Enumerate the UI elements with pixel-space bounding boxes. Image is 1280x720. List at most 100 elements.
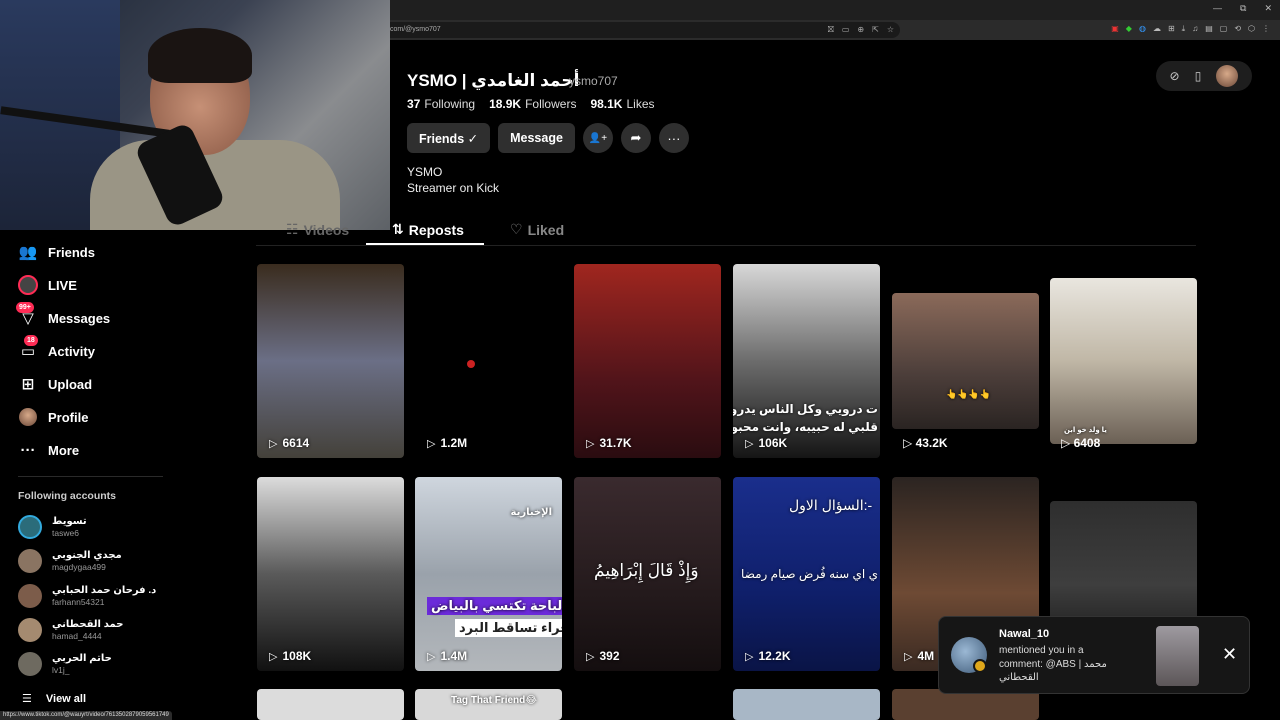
media-icon[interactable]: ♫ (1192, 24, 1198, 34)
video-tile[interactable]: Tag That Friend😂 (415, 689, 562, 720)
sidebar-item-messages[interactable]: ▽ 99+ Messages (16, 302, 111, 329)
address-bar[interactable]: com/@ysmo707 ⛝ ▭ ⊕ ⇱ ☆ (390, 22, 900, 38)
video-caption: قلبي له حبيبه، وانت محبوبي (733, 420, 878, 434)
more-options-icon[interactable]: ··· (658, 123, 689, 153)
video-tile[interactable]: ت درويي وكل الناس يدروا بي قلبي له حبيبه… (733, 264, 880, 458)
avatar (18, 515, 42, 539)
sidebar-item-live[interactable]: LIVE (18, 274, 77, 296)
extensions-bar: ▣ ◆ ◍ ☁ ⊞ ⤓ ♫ ▤ ▢ ⟲ ⬡ ⋮ (910, 24, 1280, 34)
extensions-puzzle-icon[interactable]: ⊞ (1168, 24, 1175, 34)
view-count: 12.2K (745, 649, 790, 663)
url-text: com/@ysmo707 (390, 26, 441, 33)
minimize-button[interactable]: — (1213, 3, 1222, 14)
sidebar-item-activity[interactable]: ▭ 18 Activity (18, 335, 95, 362)
video-tile[interactable]: 31.7K (574, 264, 721, 458)
sidebar-item-friends[interactable]: 👥 Friends (18, 241, 95, 263)
view-count: ▷ 43.2K (903, 436, 948, 450)
bio-line: Streamer on Kick (407, 181, 500, 195)
vpn-icon[interactable]: ⬡ (1248, 24, 1255, 34)
tracking-icon[interactable]: ⛝ (828, 25, 834, 35)
video-tile[interactable]: وَإِذْ قَالَ إِبْرَاهِيمُ 392 (574, 477, 721, 671)
sidebar-item-more[interactable]: ··· More (18, 439, 80, 461)
download-icon[interactable]: ⤓ (1182, 24, 1186, 34)
following-stat[interactable]: 37 Following (407, 97, 475, 111)
close-window-button[interactable]: ✕ (1264, 3, 1272, 14)
avatar (18, 584, 42, 608)
address-bar-icons: ⛝ ▭ ⊕ ⇱ ☆ (828, 25, 894, 35)
close-icon[interactable]: ✕ (1222, 644, 1237, 665)
video-tile[interactable] (257, 689, 404, 720)
user-avatar[interactable] (1216, 65, 1239, 87)
friends-button[interactable]: Friends ✓ (407, 123, 491, 153)
menu-icon[interactable]: ⋮ (1262, 24, 1270, 34)
sidebar-item-label: Profile (48, 409, 89, 425)
video-caption: يا ولد خو ابن (1064, 427, 1107, 434)
tab-reposts[interactable]: ⇅ Reposts (392, 221, 464, 238)
history-icon[interactable]: ⟲ (1234, 24, 1241, 34)
following-account[interactable]: د. فرحان حمد الحبابي farhann54321 (18, 584, 156, 608)
extension-icon[interactable]: ◆ (1126, 24, 1132, 34)
video-caption: السؤال الاول:- (789, 497, 873, 513)
brave-shield-icon[interactable]: ▣ (1111, 24, 1119, 34)
profile-icon (18, 407, 38, 427)
message-button[interactable]: Message (498, 123, 575, 153)
video-caption: ي اي سنه فُرض صيام رمضا (741, 567, 878, 581)
profile-username: ysmo707 (569, 74, 618, 88)
news-tag: الإخبارية (510, 507, 553, 518)
following-account[interactable]: تسويط taswe6 (18, 515, 87, 539)
video-tile[interactable]: السؤال الاول:- ي اي سنه فُرض صيام رمضا 1… (733, 477, 880, 671)
tab-liked[interactable]: ♡ Liked (510, 221, 564, 238)
video-tile[interactable]: 6614 (257, 264, 404, 458)
add-friend-icon[interactable]: 👤+ (582, 123, 613, 153)
share-page-icon[interactable]: ⇱ (872, 25, 879, 35)
video-caption: 👆👆👆👆 (946, 389, 991, 399)
video-tile[interactable]: الإخبارية الباحة تكتسي بالبياض جراء تساق… (415, 477, 562, 671)
video-tile[interactable]: 1.2M (415, 264, 562, 458)
left-sidebar: 👥 Friends LIVE ▽ 99+ Messages ▭ 18 Activ… (0, 230, 170, 720)
video-tile[interactable]: يا ولد خو ابن (1050, 278, 1197, 444)
video-caption: Tag That Friend😂 (451, 695, 537, 706)
sidebar-item-label: Activity (48, 343, 95, 359)
zoom-icon[interactable]: ⊕ (857, 25, 864, 35)
avatar (18, 618, 42, 642)
restore-button[interactable]: ⧉ (1240, 3, 1246, 14)
extension-icon[interactable]: ☁ (1153, 24, 1161, 34)
following-account[interactable]: حاتم الحربي lv1j_ (18, 652, 112, 676)
mention-notification[interactable]: Nawal_10 mentioned you in a comment: @AB… (938, 616, 1250, 694)
video-tile[interactable]: 👆👆👆👆 (892, 293, 1039, 429)
bookmark-star-icon[interactable]: ☆ (887, 25, 894, 35)
wallet-icon[interactable]: ▢ (1220, 24, 1228, 34)
view-all-link[interactable]: ☰ View all (22, 692, 87, 706)
sidebar-item-upload[interactable]: ⊞ Upload (18, 373, 92, 395)
profile-tabs: ☷ Videos ⇅ Reposts ♡ Liked (256, 216, 1196, 246)
view-count: 108K (269, 649, 311, 663)
live-icon (18, 275, 38, 295)
compass-icon[interactable]: ⊘ (1170, 69, 1180, 83)
sidebar-icon[interactable]: ▤ (1205, 24, 1213, 34)
sidebar-item-profile[interactable]: Profile (18, 406, 88, 428)
following-account[interactable]: مجدي الجنوبي magdygaa499 (18, 549, 122, 573)
cast-icon[interactable]: ▭ (842, 25, 850, 35)
view-all-label: View all (45, 692, 87, 705)
sidebar-item-label: Messages (48, 310, 111, 326)
notification-message: mentioned you in a comment: @ABS | محمد … (999, 645, 1107, 683)
liked-icon: ♡ (510, 221, 523, 237)
video-tile[interactable]: 108K (257, 477, 404, 671)
following-account[interactable]: حمد القحطاني hamad_4444 (18, 618, 123, 642)
video-tile[interactable] (733, 689, 880, 720)
notification-thumbnail[interactable] (1156, 626, 1199, 686)
active-tab-indicator (366, 243, 484, 245)
extension-icon[interactable]: ◍ (1139, 24, 1146, 34)
messages-icon: ▽ 99+ (16, 302, 38, 328)
bio-line: YSMO (407, 165, 443, 179)
view-count: 392 (586, 649, 619, 663)
sidebar-item-label: Upload (48, 376, 93, 392)
view-count: 1.4M (427, 649, 467, 663)
share-icon[interactable]: ➦ (620, 123, 651, 153)
followers-stat[interactable]: 18.9K Followers (489, 97, 576, 111)
view-count: ▷ 6408 (1061, 436, 1101, 450)
browser-toolbar: com/@ysmo707 ⛝ ▭ ⊕ ⇱ ☆ ▣ ◆ ◍ ☁ ⊞ ⤓ ♫ ▤ ▢… (390, 20, 1280, 40)
device-icon[interactable]: ▯ (1195, 69, 1202, 83)
tab-videos[interactable]: ☷ Videos (286, 221, 349, 238)
notification-username: Nawal_10 (999, 628, 1050, 640)
